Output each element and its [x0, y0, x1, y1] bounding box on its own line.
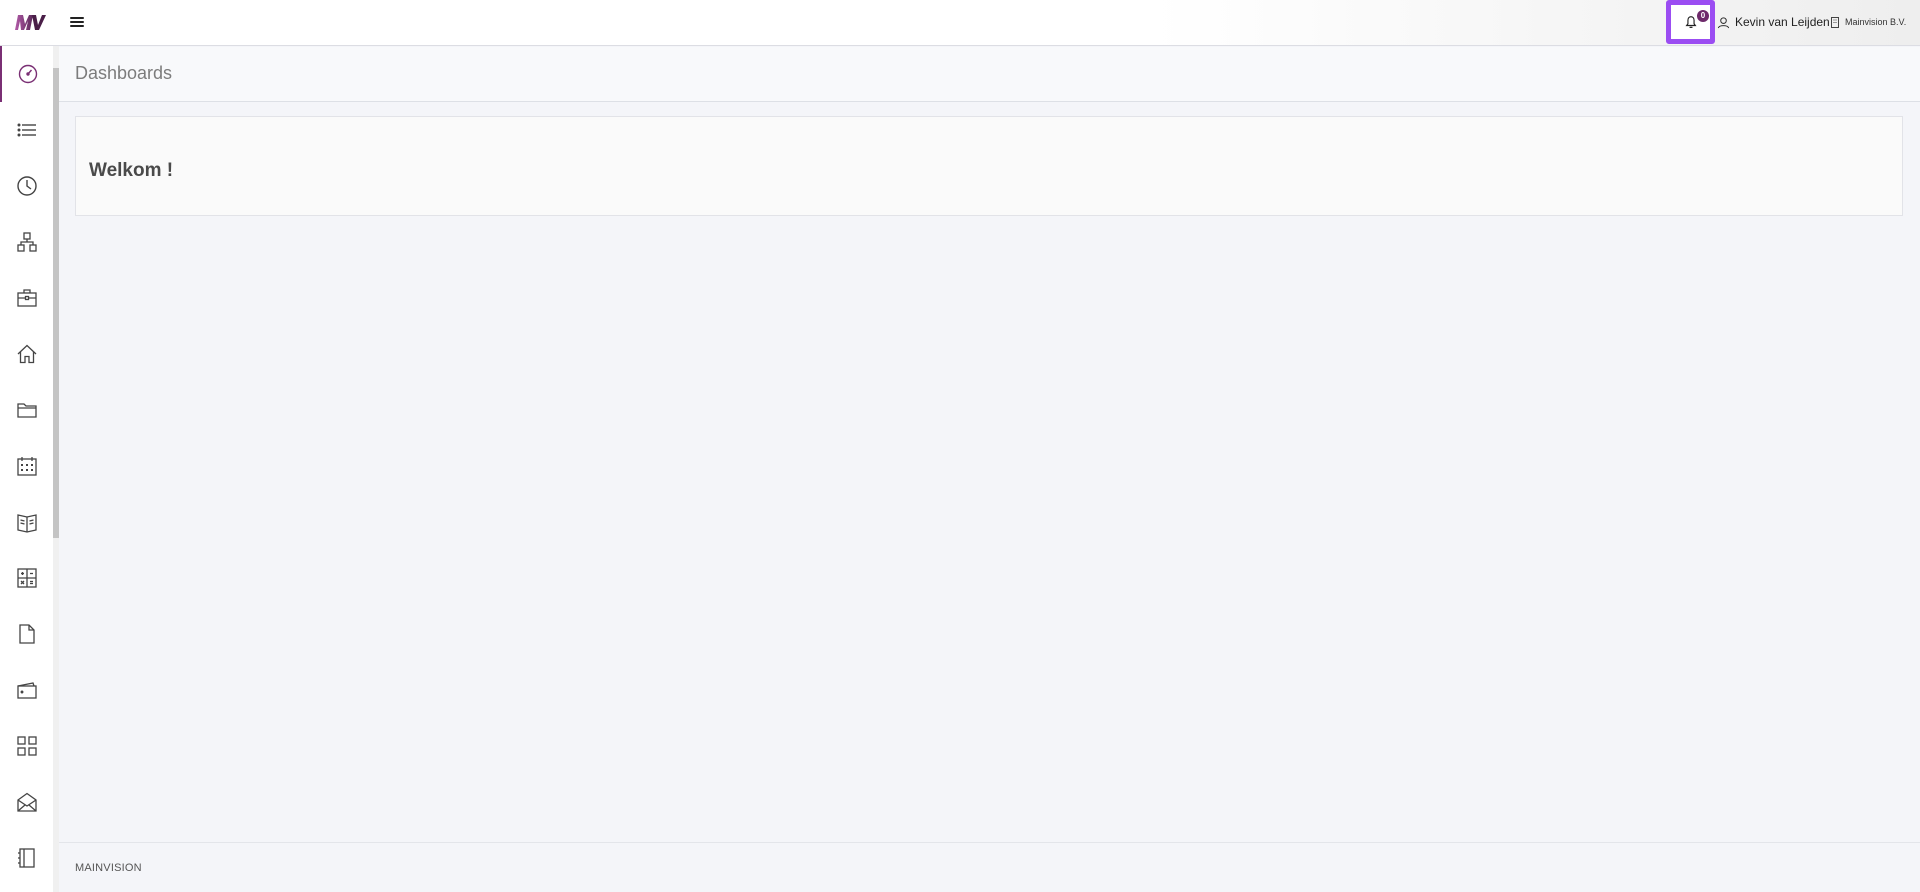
sidebar-scrollbar[interactable] [53, 46, 59, 892]
wallet-icon [16, 682, 37, 699]
briefcase-icon [16, 289, 37, 307]
sidebar-item-apps[interactable] [0, 718, 53, 774]
grid-icon [16, 736, 37, 756]
sidebar-scrollbar-thumb[interactable] [53, 68, 59, 538]
document-icon [18, 624, 35, 644]
envelope-open-icon [16, 792, 37, 812]
notifications-button[interactable]: 0 [1666, 0, 1715, 44]
list-icon [17, 123, 36, 137]
footer-brand: MAINVISION [75, 862, 142, 874]
page-header: Dashboards [59, 47, 1920, 102]
clock-icon [16, 176, 37, 196]
mainvision-logo[interactable] [14, 11, 46, 33]
user-name: Kevin van Leijden [1735, 15, 1830, 29]
footer: MAINVISION [59, 842, 1920, 892]
sidebar-item-projects[interactable] [0, 270, 53, 326]
calendar-icon [16, 457, 37, 476]
user-menu[interactable]: Kevin van Leijden [1717, 14, 1830, 30]
sidebar-item-files[interactable] [0, 382, 53, 438]
bell-icon [1684, 16, 1697, 29]
sidebar-item-time[interactable] [0, 158, 53, 214]
notebook-icon [17, 848, 35, 868]
top-bar: 0 Kevin van Leijden Mainvision B.V. [0, 0, 1920, 46]
building-icon [1831, 16, 1839, 28]
hierarchy-icon [16, 232, 37, 252]
folder-icon [16, 403, 37, 418]
welcome-heading: Welkom ! [89, 160, 174, 181]
company-name: Mainvision B.V. [1845, 17, 1907, 27]
menu-toggle-button[interactable] [70, 15, 84, 29]
calculator-icon [16, 568, 37, 588]
home-icon [17, 344, 36, 364]
dashboard-gauge-icon [18, 64, 37, 84]
company-selector[interactable]: Mainvision B.V. [1830, 15, 1906, 29]
notification-count-badge: 0 [1697, 10, 1709, 22]
sidebar-item-dashboards[interactable] [0, 46, 53, 102]
welcome-card: Welkom ! [75, 116, 1903, 216]
page-title: Dashboards [75, 63, 173, 83]
sidebar-nav [0, 46, 53, 892]
sidebar-item-contacts[interactable] [0, 830, 53, 886]
sidebar-item-calculations[interactable] [0, 550, 53, 606]
sidebar-item-list[interactable] [0, 102, 53, 158]
sidebar-item-finance[interactable] [0, 662, 53, 718]
sidebar-item-calendar[interactable] [0, 438, 53, 494]
sidebar-item-home[interactable] [0, 326, 53, 382]
sidebar-item-organization[interactable] [0, 214, 53, 270]
sidebar-item-knowledge[interactable] [0, 494, 53, 550]
book-icon [16, 514, 37, 533]
sidebar-item-mail[interactable] [0, 774, 53, 830]
user-icon [1717, 16, 1730, 28]
sidebar-item-documents[interactable] [0, 606, 53, 662]
